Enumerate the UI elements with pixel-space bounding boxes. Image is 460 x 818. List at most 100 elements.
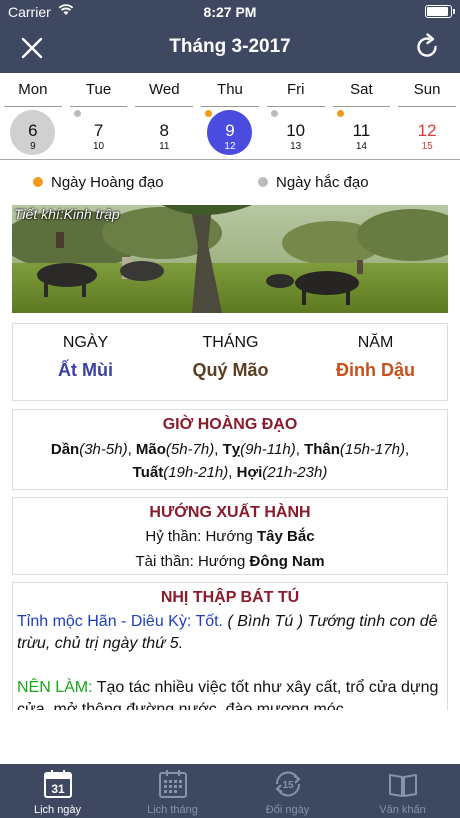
day-cell-mon[interactable]: Mon 6 9 — [0, 73, 66, 160]
tab-convert-date[interactable]: 15 Đổi ngày — [230, 764, 345, 818]
status-time: 8:27 PM — [203, 4, 257, 20]
tai-than-value: Đông Nam — [249, 553, 325, 570]
day-cell-wed[interactable]: Wed 8 11 — [131, 73, 197, 160]
hour-range: (19h-21h) — [163, 464, 229, 481]
divider — [266, 106, 325, 107]
solar-date: 7 — [93, 121, 104, 140]
weekday-label: Thu — [217, 81, 243, 98]
hour-name: Tỵ — [222, 441, 241, 458]
lunar-date: 12 — [224, 141, 236, 152]
legend-bad-label: Ngày hắc đạo — [276, 174, 369, 191]
lunar-date: 13 — [290, 141, 302, 152]
divider — [4, 106, 62, 107]
day-cell-thu[interactable]: Thu 9 12 — [197, 73, 263, 160]
book-icon — [389, 774, 417, 797]
lunar-date: 14 — [355, 141, 367, 152]
ganzhi-card: NGÀY Ất Mùi THÁNG Quý Mão NĂM Đinh Dậu — [12, 323, 448, 401]
ganzhi-month: THÁNG Quý Mão — [158, 334, 303, 381]
hour-name: Tuất — [132, 464, 164, 481]
ganzhi-month-label: THÁNG — [202, 334, 259, 351]
refresh-icon[interactable] — [412, 32, 442, 62]
tab-prayers-label: Văn khấn — [379, 804, 426, 816]
legend-bad-day: Ngày hắc đạo — [258, 174, 369, 191]
navigation-bar: Carrier 8:27 PM Tháng 3-2017 — [0, 0, 460, 73]
tab-daily-calendar[interactable]: 31 Lịch ngày — [0, 764, 115, 818]
divider — [332, 106, 391, 107]
legend-good-day: Ngày Hoàng đạo — [33, 174, 164, 191]
convert-date-icon: 15 — [275, 771, 301, 797]
solar-term-caption: Tiết khí:Kinh trập — [14, 206, 120, 222]
week-strip: Mon 6 9 Tue 7 10 Wed 8 11 Thu 9 12 Fri 10 13 Sat 11 14 Sun… — [0, 73, 460, 160]
weekday-label: Sat — [350, 81, 373, 98]
orange-dot-icon — [205, 110, 213, 117]
tab-monthly-label: Lịch tháng — [147, 804, 198, 816]
hour-name: Thân — [304, 441, 340, 458]
hy-than-line: Hỷ thần: Hướng Tây Bắc — [13, 524, 447, 549]
gray-dot-icon — [73, 110, 81, 117]
tai-than-label: Tài thần: Hướng — [135, 553, 250, 570]
ganzhi-day-label: NGÀY — [62, 334, 109, 351]
hour-range: (15h-17h) — [339, 441, 405, 458]
divider — [69, 106, 128, 107]
hour-range: (9h-11h) — [240, 441, 296, 458]
ganzhi-year-label: NĂM — [357, 334, 394, 351]
ganzhi-day-value: Ất Mùi — [58, 360, 113, 380]
mansion-name: Tỉnh mộc Hãn - Diêu Kỳ: Tốt. — [17, 613, 223, 630]
ganzhi-year: NĂM Đinh Dậu — [303, 334, 448, 381]
ganzhi-day: NGÀY Ất Mùi — [13, 334, 158, 381]
weekday-label: Fri — [286, 81, 305, 98]
solar-date: 6 — [28, 121, 38, 140]
lunar-mansion-title: NHỊ THẬP BÁT TÚ — [160, 589, 300, 606]
auspicious-hours-title: GIỜ HOÀNG ĐẠO — [162, 416, 298, 433]
hour-range: (21h-23h) — [262, 464, 328, 481]
hour-range: (5h-7h) — [165, 441, 215, 458]
day-cell-tue[interactable]: Tue 7 10 — [66, 73, 132, 160]
tab-monthly-calendar[interactable]: Lịch tháng — [115, 764, 230, 818]
battery-icon — [425, 5, 455, 18]
lunar-date: 11 — [159, 141, 170, 152]
svg-text:31: 31 — [51, 782, 65, 796]
hour-name: Mão — [135, 441, 166, 458]
travel-direction-card: HƯỚNG XUẤT HÀNH Hỷ thần: Hướng Tây Bắc T… — [12, 497, 448, 575]
weekday-label: Mon — [18, 81, 48, 98]
lunar-date: 15 — [421, 141, 433, 152]
solar-date: 9 — [225, 121, 235, 140]
calendar-day-icon: 31 — [44, 770, 72, 798]
svg-text:15: 15 — [282, 780, 294, 791]
hy-than-label: Hỷ thần: Hướng — [145, 528, 258, 545]
hour-name: Dần — [50, 441, 80, 458]
hy-than-value: Tây Bắc — [257, 528, 315, 545]
hour-name: Hợi — [236, 464, 263, 481]
lunar-date: 10 — [92, 141, 105, 152]
status-bar: Carrier 8:27 PM — [0, 0, 460, 24]
travel-direction-title: HƯỚNG XUẤT HÀNH — [149, 504, 311, 521]
auspicious-hours-list: Dần(3h-5h), Mão(5h-7h), Tỵ(9h-11h), Thân… — [50, 441, 410, 481]
hour-range: (3h-5h) — [79, 441, 128, 458]
orange-dot-icon — [336, 110, 344, 117]
lunar-mansion-card: NHỊ THẬP BÁT TÚ Tỉnh mộc Hãn - Diêu Kỳ: … — [12, 582, 448, 710]
day-cell-sat[interactable]: Sat 11 14 — [329, 73, 395, 160]
lunar-date: 9 — [30, 141, 36, 152]
calendar-month-icon — [159, 770, 187, 798]
tab-bar: 31 Lịch ngày Lịch tháng 15 Đổi ngày Văn … — [0, 764, 460, 818]
season-photo: Tiết khí:Kinh trập — [12, 205, 448, 313]
divider — [398, 106, 456, 107]
divider — [201, 106, 259, 107]
weekday-label: Tue — [85, 81, 112, 98]
tab-prayers[interactable]: Văn khấn — [345, 764, 460, 818]
divider — [135, 106, 194, 107]
gray-dot-icon — [258, 177, 268, 187]
solar-date: 8 — [159, 121, 169, 140]
weekday-label: Wed — [148, 81, 180, 98]
lunar-mansion-text: Tỉnh mộc Hãn - Diêu Kỳ: Tốt. ( Bình Tú )… — [13, 611, 447, 710]
day-cell-fri[interactable]: Fri 10 13 — [263, 73, 329, 160]
ganzhi-month-value: Quý Mão — [192, 360, 269, 380]
day-cell-sun[interactable]: Sun 12 15 — [394, 73, 460, 160]
legend: Ngày Hoàng đạo Ngày hắc đạo — [0, 170, 460, 194]
tai-than-line: Tài thần: Hướng Đông Nam — [13, 549, 447, 574]
solar-date: 10 — [286, 121, 306, 140]
orange-dot-icon — [33, 177, 43, 187]
solar-date: 12 — [417, 121, 437, 140]
ganzhi-year-value: Đinh Dậu — [336, 360, 415, 380]
auspicious-hours-card: GIỜ HOÀNG ĐẠO Dần(3h-5h), Mão(5h-7h), Tỵ… — [12, 409, 448, 490]
